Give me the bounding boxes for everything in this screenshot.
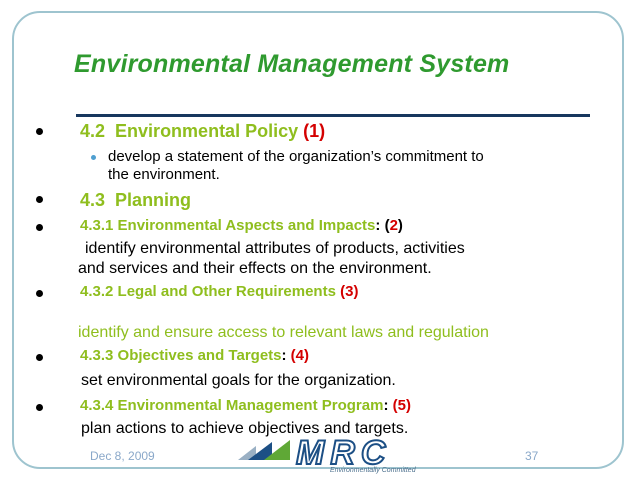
- mrc-logo: MRC Environmentally Committed: [238, 433, 417, 474]
- item-objectives-targets: 4.3.3 Objectives and Targets: (4): [80, 347, 309, 364]
- policy-description-line-2: the environment.: [108, 166, 220, 183]
- title-divider: [76, 114, 590, 117]
- sub-bullet-icon: [91, 155, 96, 160]
- section-number: 4.3: [80, 190, 106, 210]
- item-planning: 4.3 Planning: [80, 190, 191, 211]
- objectives-description: set environmental goals for the organiza…: [81, 372, 396, 389]
- section-number: 4.3.2: [80, 283, 114, 300]
- item-aspects-impacts: 4.3.1 Environmental Aspects and Impacts:…: [80, 217, 403, 234]
- section-label: Environmental Aspects and Impacts: [117, 217, 376, 234]
- section-ref: (1): [303, 121, 326, 141]
- page-number: 37: [525, 449, 539, 463]
- ref-close: ): [397, 217, 403, 234]
- section-label: Environmental Management Program: [117, 397, 384, 414]
- section-label: Legal and Other Requirements: [117, 283, 336, 300]
- bullet-icon: [36, 354, 43, 361]
- item-management-program: 4.3.4 Environmental Management Program: …: [80, 397, 411, 414]
- section-number: 4.3.4: [80, 397, 114, 414]
- footer-date: Dec 8, 2009: [90, 449, 155, 463]
- item-environmental-policy: 4.2 Environmental Policy (1): [80, 121, 325, 142]
- aspects-description-line-1: identify environmental attributes of pro…: [85, 240, 465, 257]
- bullet-icon: [36, 196, 43, 203]
- section-number: 4.2: [80, 121, 106, 141]
- section-label: Planning: [115, 190, 192, 210]
- aspects-description-line-2: and services and their effects on the en…: [78, 260, 432, 277]
- section-ref: (3): [340, 283, 359, 300]
- bullet-icon: [36, 290, 43, 297]
- section-label: Environmental Policy: [115, 121, 299, 141]
- section-number: 4.3.1: [80, 217, 114, 234]
- section-ref: (4): [290, 347, 310, 364]
- bullet-icon: [36, 224, 43, 231]
- ref-number: 2: [389, 217, 398, 234]
- logo-tagline: Environmentally Committed: [330, 467, 417, 474]
- section-separator: :: [375, 217, 381, 234]
- section-label: Objectives and Targets: [117, 347, 282, 364]
- bullet-icon: [36, 404, 43, 411]
- section-separator: :: [383, 397, 389, 414]
- item-legal-requirements: 4.3.2 Legal and Other Requirements (3): [80, 283, 358, 300]
- section-number: 4.3.3: [80, 347, 114, 364]
- slide-title: Environmental Management System: [74, 50, 510, 78]
- section-ref: (5): [392, 397, 411, 414]
- legal-description: identify and ensure access to relevant l…: [78, 324, 489, 341]
- policy-description-line-1: develop a statement of the organization’…: [108, 148, 484, 165]
- bullet-icon: [36, 128, 43, 135]
- section-separator: :: [281, 347, 287, 364]
